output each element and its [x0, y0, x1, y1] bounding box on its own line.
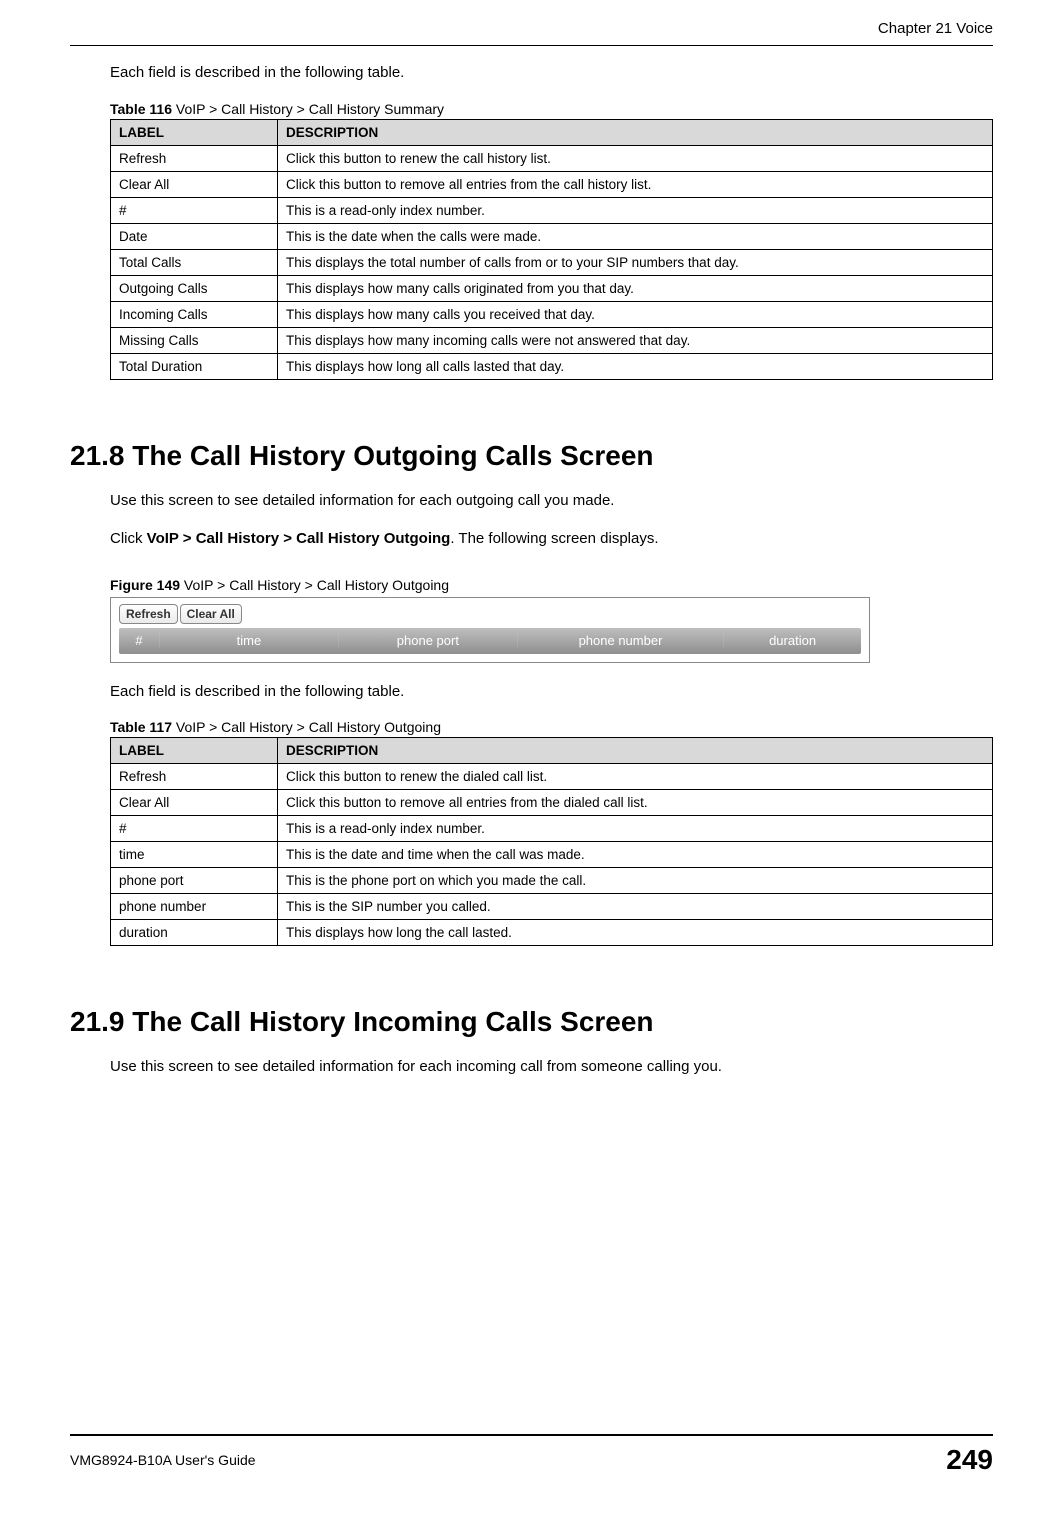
cell-desc: Click this button to remove all entries …: [278, 790, 993, 816]
table-row: Total DurationThis displays how long all…: [111, 353, 993, 379]
cell-desc: This is the date and time when the call …: [278, 842, 993, 868]
table116-caption: Table 116 VoIP > Call History > Call His…: [110, 101, 993, 117]
refresh-button[interactable]: Refresh: [119, 604, 178, 624]
clear-all-button[interactable]: Clear All: [180, 604, 242, 624]
table-row: phone numberThis is the SIP number you c…: [111, 894, 993, 920]
cell-label: Clear All: [111, 171, 278, 197]
figure149: Refresh Clear All # time phone port phon…: [110, 597, 870, 663]
cell-desc: This displays how many calls originated …: [278, 275, 993, 301]
footer-rule: [70, 1434, 993, 1436]
cell-desc: This is the date when the calls were mad…: [278, 223, 993, 249]
cell-label: Total Duration: [111, 353, 278, 379]
cell-label: time: [111, 842, 278, 868]
footer-page-number: 249: [946, 1444, 993, 1476]
cell-label: Clear All: [111, 790, 278, 816]
cell-label: Date: [111, 223, 278, 249]
intro-para-1: Each field is described in the following…: [110, 62, 993, 85]
cell-label: Refresh: [111, 145, 278, 171]
cell-desc: This is the phone port on which you made…: [278, 868, 993, 894]
table-row: Missing CallsThis displays how many inco…: [111, 327, 993, 353]
col-hash: #: [119, 633, 160, 648]
table-row: DateThis is the date when the calls were…: [111, 223, 993, 249]
chapter-header: Chapter 21 Voice: [70, 20, 993, 41]
figure149-header-bar: # time phone port phone number duration: [119, 628, 861, 654]
cell-label: Missing Calls: [111, 327, 278, 353]
cell-label: #: [111, 816, 278, 842]
table-row: Clear AllClick this button to remove all…: [111, 171, 993, 197]
para2-bold: VoIP > Call History > Call History Outgo…: [147, 530, 451, 547]
section-21-9-heading: 21.9 The Call History Incoming Calls Scr…: [70, 1006, 993, 1038]
table117-caption-rest: VoIP > Call History > Call History Outgo…: [172, 719, 441, 735]
table116-caption-bold: Table 116: [110, 101, 172, 117]
table-row: #This is a read-only index number.: [111, 197, 993, 223]
table116-header-desc: DESCRIPTION: [278, 119, 993, 145]
table-row: Outgoing CallsThis displays how many cal…: [111, 275, 993, 301]
cell-desc: Click this button to renew the call hist…: [278, 145, 993, 171]
cell-label: Total Calls: [111, 249, 278, 275]
figure149-caption-rest: VoIP > Call History > Call History Outgo…: [180, 577, 449, 593]
header-rule: [70, 45, 993, 46]
table-row: timeThis is the date and time when the c…: [111, 842, 993, 868]
table-row: Clear AllClick this button to remove all…: [111, 790, 993, 816]
cell-desc: This displays how long all calls lasted …: [278, 353, 993, 379]
cell-desc: This is a read-only index number.: [278, 816, 993, 842]
cell-desc: This is a read-only index number.: [278, 197, 993, 223]
figure149-caption-bold: Figure 149: [110, 577, 180, 593]
col-phone: phone number: [518, 633, 724, 648]
table116-header-label: LABEL: [111, 119, 278, 145]
table117-header-label: LABEL: [111, 738, 278, 764]
table-row: Incoming CallsThis displays how many cal…: [111, 301, 993, 327]
section-21-8-para2: Click VoIP > Call History > Call History…: [110, 528, 993, 551]
table-row: RefreshClick this button to renew the ca…: [111, 145, 993, 171]
col-time: time: [160, 633, 339, 648]
table116-caption-rest: VoIP > Call History > Call History Summa…: [172, 101, 444, 117]
cell-label: Outgoing Calls: [111, 275, 278, 301]
footer-guide: VMG8924-B10A User's Guide: [70, 1452, 256, 1468]
cell-desc: This displays the total number of calls …: [278, 249, 993, 275]
cell-label: #: [111, 197, 278, 223]
table-row: phone portThis is the phone port on whic…: [111, 868, 993, 894]
cell-desc: This is the SIP number you called.: [278, 894, 993, 920]
table117: LABEL DESCRIPTION RefreshClick this butt…: [110, 737, 993, 946]
para2-b: . The following screen displays.: [450, 530, 658, 547]
table117-caption-bold: Table 117: [110, 719, 172, 735]
table117-caption: Table 117 VoIP > Call History > Call His…: [110, 719, 993, 735]
cell-desc: Click this button to remove all entries …: [278, 171, 993, 197]
col-dur: duration: [724, 633, 861, 648]
cell-desc: This displays how long the call lasted.: [278, 920, 993, 946]
section-21-9-para1: Use this screen to see detailed informat…: [110, 1056, 993, 1079]
cell-label: duration: [111, 920, 278, 946]
cell-label: Incoming Calls: [111, 301, 278, 327]
cell-desc: This displays how many incoming calls we…: [278, 327, 993, 353]
cell-desc: Click this button to renew the dialed ca…: [278, 764, 993, 790]
section-21-8-heading: 21.8 The Call History Outgoing Calls Scr…: [70, 440, 993, 472]
table117-header-desc: DESCRIPTION: [278, 738, 993, 764]
col-port: phone port: [339, 633, 518, 648]
figure149-caption: Figure 149 VoIP > Call History > Call Hi…: [110, 577, 993, 593]
table-row: RefreshClick this button to renew the di…: [111, 764, 993, 790]
para2-a: Click: [110, 530, 147, 547]
cell-desc: This displays how many calls you receive…: [278, 301, 993, 327]
intro-para-2: Each field is described in the following…: [110, 681, 993, 704]
cell-label: phone port: [111, 868, 278, 894]
table-row: #This is a read-only index number.: [111, 816, 993, 842]
section-21-8-para1: Use this screen to see detailed informat…: [110, 490, 993, 513]
table116: LABEL DESCRIPTION RefreshClick this butt…: [110, 119, 993, 380]
cell-label: phone number: [111, 894, 278, 920]
table-row: durationThis displays how long the call …: [111, 920, 993, 946]
cell-label: Refresh: [111, 764, 278, 790]
table-row: Total CallsThis displays the total numbe…: [111, 249, 993, 275]
